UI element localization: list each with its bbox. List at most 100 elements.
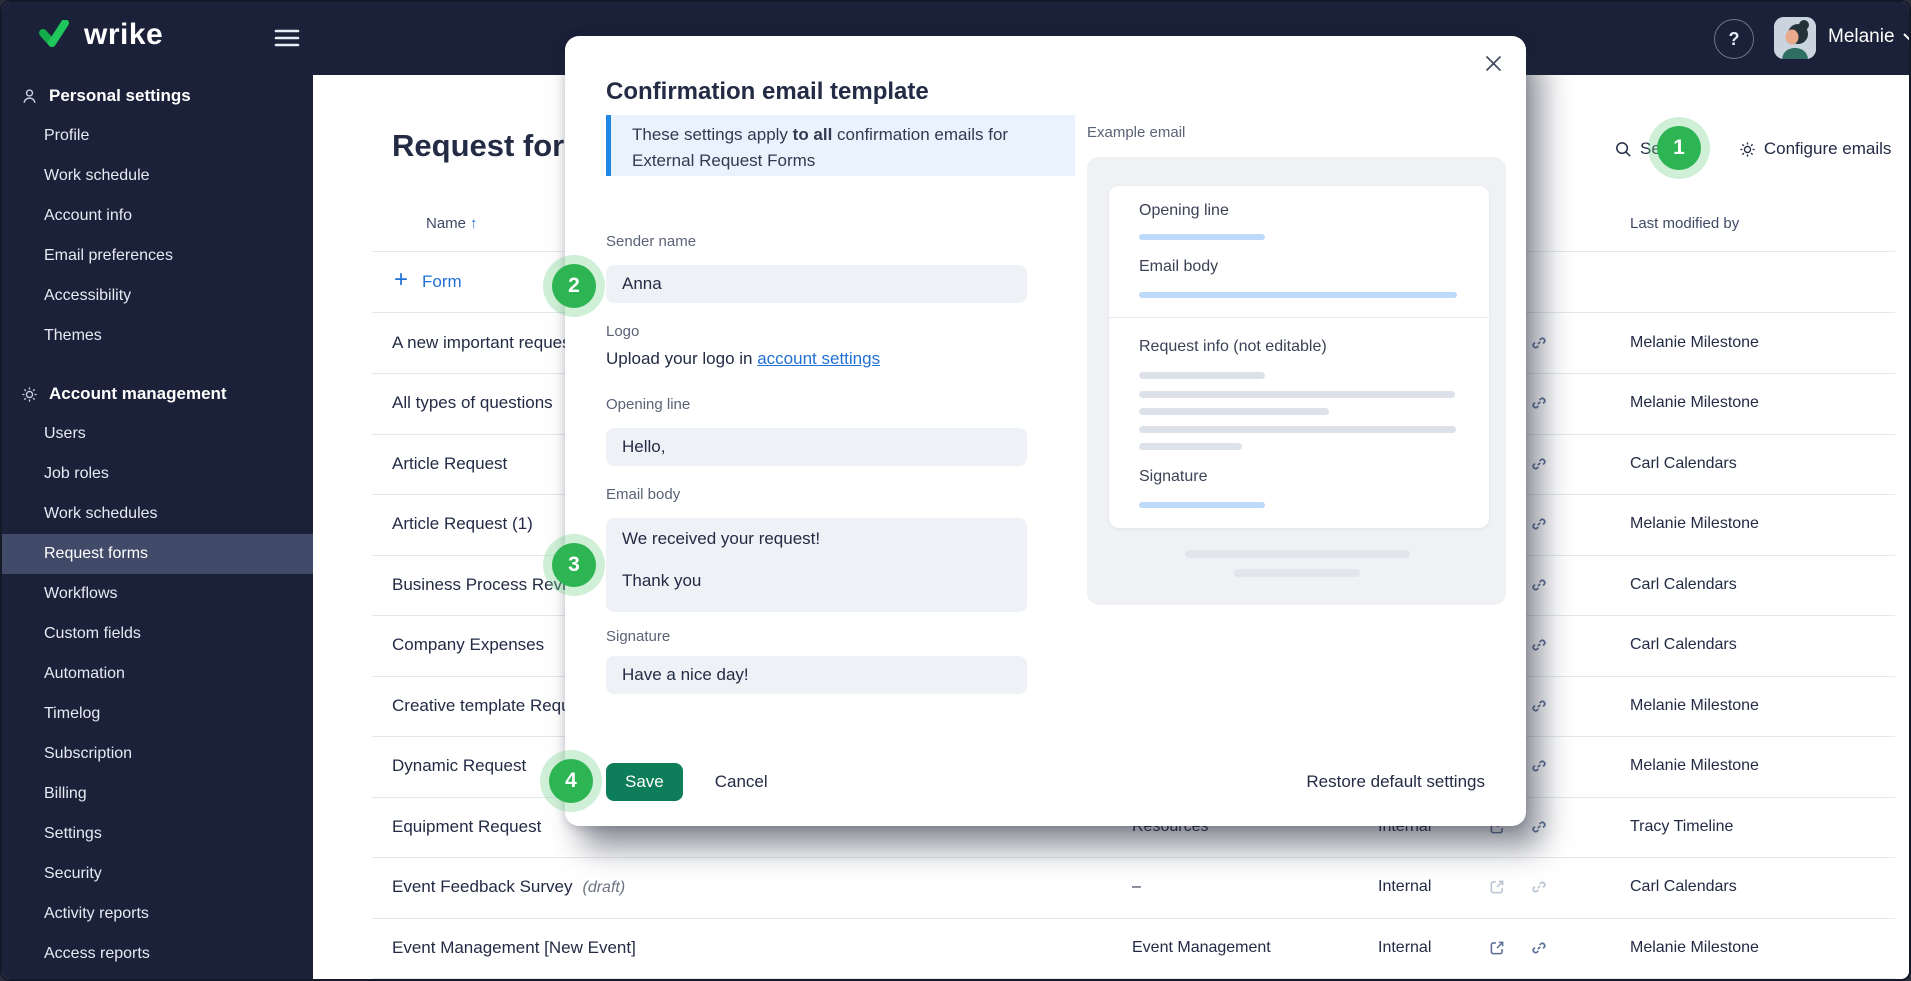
example-request-info-label: Request info (not editable) [1139,338,1327,356]
copy-link-icon[interactable] [1530,515,1548,533]
last-modified-by: Melanie Milestone [1630,334,1759,352]
sort-ascending-icon: ↑ [470,215,478,232]
configure-emails-button[interactable]: Configure emails [1764,139,1892,159]
last-modified-by: Carl Calendars [1630,636,1737,654]
email-body-textarea[interactable]: We received your request! Thank you [606,518,1027,612]
gear-icon[interactable] [1738,140,1757,159]
last-modified-by: Carl Calendars [1630,455,1737,473]
signature-input[interactable]: Have a nice day! [606,656,1027,694]
wrike-check-icon [38,20,76,50]
sidebar-item-account-info[interactable]: Account info [2,196,313,236]
skeleton-bar [1139,426,1456,433]
sidebar-item-work-schedule[interactable]: Work schedule [2,156,313,196]
last-modified-by: Melanie Milestone [1630,939,1759,957]
sidebar-item-workflows[interactable]: Workflows [2,574,313,614]
wrike-logo[interactable]: wrike [38,18,163,52]
sidebar-item-users[interactable]: Users [2,414,313,454]
sidebar-item-settings[interactable]: Settings [2,814,313,854]
step-badge-1: 1 [1657,126,1701,170]
sidebar-item-work-schedules[interactable]: Work schedules [2,494,313,534]
logo-label: Logo [606,323,639,340]
copy-link-icon[interactable] [1530,878,1548,896]
sidebar-item-activity-reports[interactable]: Activity reports [2,894,313,934]
user-menu[interactable]: Melanie [1828,26,1911,48]
sender-name-input[interactable]: Anna [606,265,1027,303]
person-icon [18,87,40,106]
form-destination: – [1132,878,1141,896]
save-button[interactable]: Save [606,763,683,801]
sidebar-section-personal-settings[interactable]: Personal settings [2,76,313,116]
copy-link-icon[interactable] [1530,334,1548,352]
sidebar-item-custom-fields[interactable]: Custom fields [2,614,313,654]
copy-link-icon[interactable] [1530,939,1548,957]
copy-link-icon[interactable] [1530,576,1548,594]
hamburger-menu-icon[interactable] [274,28,300,53]
confirmation-email-template-dialog: Confirmation email template These settin… [565,36,1526,826]
app-window: Request forms Search Configure emails Na… [0,0,1911,981]
copy-link-icon[interactable] [1530,757,1548,775]
form-name: Equipment Request [392,817,541,837]
sidebar-item-request-forms[interactable]: Request forms [2,534,313,574]
cancel-button[interactable]: Cancel [709,771,774,793]
sidebar-item-profile[interactable]: Profile [2,116,313,156]
column-header-last-modified-by[interactable]: Last modified by [1630,215,1739,232]
email-body-line1: We received your request! [622,529,1011,549]
column-header-name[interactable]: Name↑ [426,215,478,232]
copy-link-icon[interactable] [1530,455,1548,473]
form-name: A new important request [392,333,575,353]
open-form-icon[interactable] [1488,939,1506,957]
table-row[interactable]: Event Feedback Survey(draft)–InternalCar… [372,857,1895,919]
restore-default-settings-button[interactable]: Restore default settings [1306,772,1485,792]
example-email-label: Example email [1087,124,1185,141]
form-name: Company Expenses [392,635,544,655]
dialog-footer: Save Cancel Restore default settings [606,763,1485,801]
signature-label: Signature [606,628,670,645]
plus-icon: + [394,266,408,294]
sidebar-section: Account management UsersJob rolesWork sch… [2,374,313,974]
last-modified-by: Melanie Milestone [1630,757,1759,775]
skeleton-bar [1139,408,1329,415]
sidebar-item-billing[interactable]: Billing [2,774,313,814]
sidebar-item-automation[interactable]: Automation [2,654,313,694]
form-name: Event Feedback Survey(draft) [392,877,625,897]
copy-link-icon[interactable] [1530,394,1548,412]
example-email-panel: Opening line Email body Request info (no… [1087,157,1506,605]
step-badge-3: 3 [552,543,596,587]
sidebar-section-label: Account management [49,384,227,404]
skeleton-bar [1185,550,1410,558]
last-modified-by: Melanie Milestone [1630,697,1759,715]
opening-line-input[interactable]: Hello, [606,428,1027,466]
skeleton-bar [1234,569,1360,577]
sidebar-item-access-reports[interactable]: Access reports [2,934,313,974]
sidebar-item-accessibility[interactable]: Accessibility [2,276,313,316]
form-name: Dynamic Request [392,756,526,776]
open-form-icon[interactable] [1488,878,1506,896]
copy-link-icon[interactable] [1530,818,1548,836]
copy-link-icon[interactable] [1530,697,1548,715]
search-icon[interactable] [1614,140,1633,159]
email-body-line2: Thank you [622,571,1011,591]
sender-name-label: Sender name [606,233,696,250]
skeleton-bar [1139,234,1265,240]
add-form-label: Form [422,272,462,292]
account-settings-link[interactable]: account settings [757,349,880,368]
sidebar-item-email-preferences[interactable]: Email preferences [2,236,313,276]
sidebar-section-account-management[interactable]: Account management [2,374,313,414]
user-name: Melanie [1828,26,1895,48]
sidebar: Personal settingsProfileWork scheduleAcc… [2,75,313,981]
sidebar-item-subscription[interactable]: Subscription [2,734,313,774]
user-avatar[interactable] [1774,17,1816,59]
table-row[interactable]: Event Management [New Event]Event Manage… [372,918,1895,980]
help-button[interactable]: ? [1714,19,1754,59]
sidebar-item-themes[interactable]: Themes [2,316,313,356]
dialog-title: Confirmation email template [606,78,929,106]
form-name: Creative template Request [392,696,593,716]
sidebar-item-job-roles[interactable]: Job roles [2,454,313,494]
close-icon[interactable] [1480,50,1506,76]
skeleton-bar [1139,391,1455,398]
last-modified-by: Carl Calendars [1630,878,1737,896]
copy-link-icon[interactable] [1530,636,1548,654]
example-opening-line-label: Opening line [1139,202,1229,220]
sidebar-item-security[interactable]: Security [2,854,313,894]
sidebar-item-timelog[interactable]: Timelog [2,694,313,734]
